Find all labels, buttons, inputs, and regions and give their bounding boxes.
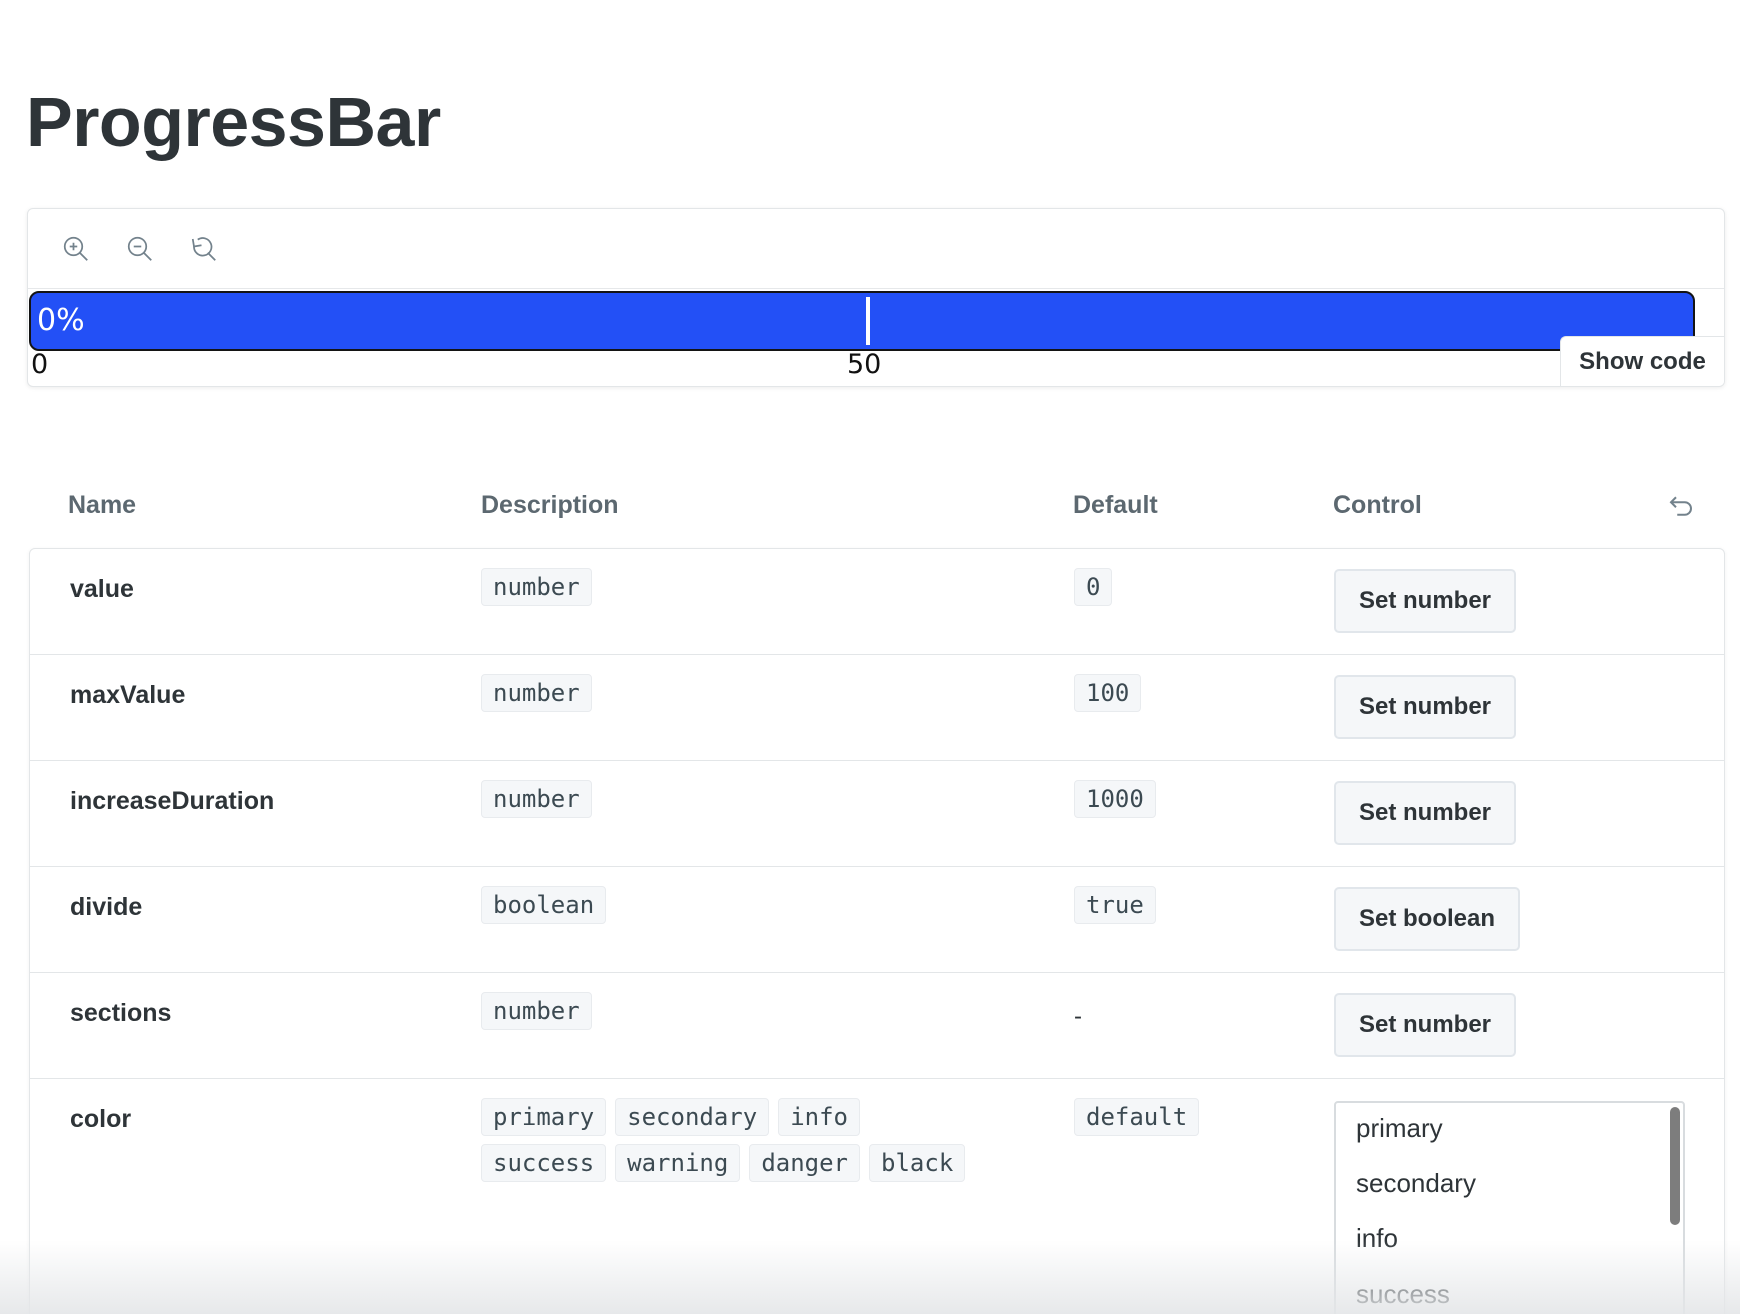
reset-zoom-icon bbox=[191, 237, 216, 261]
default-chip: default bbox=[1074, 1098, 1200, 1136]
arg-name: increaseDuration bbox=[70, 787, 275, 815]
args-table: value number 0 Set number maxValue numbe… bbox=[29, 548, 1725, 1314]
reset-zoom-button[interactable] bbox=[184, 229, 224, 269]
arg-name: sections bbox=[70, 999, 172, 1027]
table-row: increaseDuration number 1000 Set number bbox=[30, 761, 1724, 867]
zoom-in-icon bbox=[63, 236, 88, 261]
zoom-out-button[interactable] bbox=[120, 229, 160, 269]
type-chip: number bbox=[481, 992, 592, 1030]
arg-default: 100 bbox=[1074, 674, 1150, 720]
reset-controls-button[interactable] bbox=[1666, 491, 1696, 521]
type-chip: secondary bbox=[615, 1098, 770, 1136]
table-row: color primary secondary infosuccess warning… bbox=[30, 1079, 1724, 1314]
arg-default: true bbox=[1074, 886, 1165, 932]
table-row: divide boolean true Set boolean bbox=[30, 867, 1724, 973]
type-chip: danger bbox=[749, 1144, 861, 1182]
type-chip: warning bbox=[615, 1144, 741, 1182]
default-chip: 1000 bbox=[1074, 780, 1156, 818]
type-chip: black bbox=[869, 1144, 966, 1182]
default-chip: 100 bbox=[1074, 674, 1142, 712]
header-control: Control bbox=[1333, 491, 1422, 519]
header-name: Name bbox=[68, 491, 137, 519]
arg-name: maxValue bbox=[70, 681, 186, 709]
arg-description: boolean bbox=[481, 886, 1001, 932]
arg-description: number bbox=[481, 568, 1001, 614]
arg-default: - bbox=[1074, 1003, 1082, 1030]
type-chip: primary bbox=[481, 1098, 607, 1136]
arg-default: 0 bbox=[1074, 568, 1121, 614]
scale-label-mid: 50 bbox=[847, 349, 882, 380]
set-number-button[interactable]: Set number bbox=[1334, 675, 1517, 739]
progress-section-divider bbox=[866, 297, 870, 345]
table-row: value number 0 Set number bbox=[30, 549, 1724, 655]
progress-label: 0% bbox=[37, 303, 85, 338]
arg-name: value bbox=[70, 575, 134, 603]
set-boolean-button[interactable]: Set boolean bbox=[1334, 887, 1521, 951]
header-default: Default bbox=[1073, 491, 1158, 519]
header-description: Description bbox=[481, 491, 619, 519]
type-chip: number bbox=[481, 780, 592, 818]
type-chip: boolean bbox=[481, 886, 607, 924]
preview-toolbar bbox=[28, 209, 1724, 289]
default-chip: true bbox=[1074, 886, 1156, 924]
type-chip: number bbox=[481, 568, 592, 606]
arg-description: number bbox=[481, 992, 1001, 1038]
progress-bar: 0% bbox=[29, 291, 1695, 351]
page-title: ProgressBar bbox=[26, 83, 441, 161]
set-number-button[interactable]: Set number bbox=[1334, 569, 1517, 633]
undo-icon bbox=[1669, 496, 1692, 516]
preview-canvas: 0% 0 50 Show code bbox=[27, 208, 1725, 387]
scale-label-start: 0 bbox=[31, 349, 49, 380]
type-chip: success bbox=[481, 1144, 607, 1182]
arg-default: 1000 bbox=[1074, 780, 1165, 826]
show-code-button[interactable]: Show code bbox=[1560, 336, 1724, 386]
color-option-success[interactable]: success bbox=[1356, 1279, 1450, 1310]
arg-default: default bbox=[1074, 1098, 1208, 1144]
storybook-docs-page: ProgressBar 0% 0 50 Show code Name Descr… bbox=[0, 0, 1740, 1314]
color-select-list[interactable]: primary secondary info success bbox=[1334, 1101, 1685, 1314]
color-option-info[interactable]: info bbox=[1356, 1223, 1398, 1254]
arg-description: primary secondary info success warning danger… bbox=[481, 1098, 1001, 1190]
arg-name: color bbox=[70, 1105, 132, 1133]
set-number-button[interactable]: Set number bbox=[1334, 781, 1517, 845]
type-chip: info bbox=[778, 1098, 860, 1136]
color-option-secondary[interactable]: secondary bbox=[1356, 1168, 1476, 1199]
arg-description: number bbox=[481, 780, 1001, 826]
listbox-scrollbar[interactable] bbox=[1670, 1107, 1680, 1225]
table-row: maxValue number 100 Set number bbox=[30, 655, 1724, 761]
zoom-in-button[interactable] bbox=[56, 229, 96, 269]
color-option-primary[interactable]: primary bbox=[1356, 1113, 1443, 1144]
arg-name: divide bbox=[70, 893, 143, 921]
type-chip: number bbox=[481, 674, 592, 712]
table-row: sections number - Set number bbox=[30, 973, 1724, 1079]
default-chip: 0 bbox=[1074, 568, 1113, 606]
zoom-out-icon bbox=[127, 236, 152, 261]
set-number-button[interactable]: Set number bbox=[1334, 993, 1517, 1057]
arg-description: number bbox=[481, 674, 1001, 720]
